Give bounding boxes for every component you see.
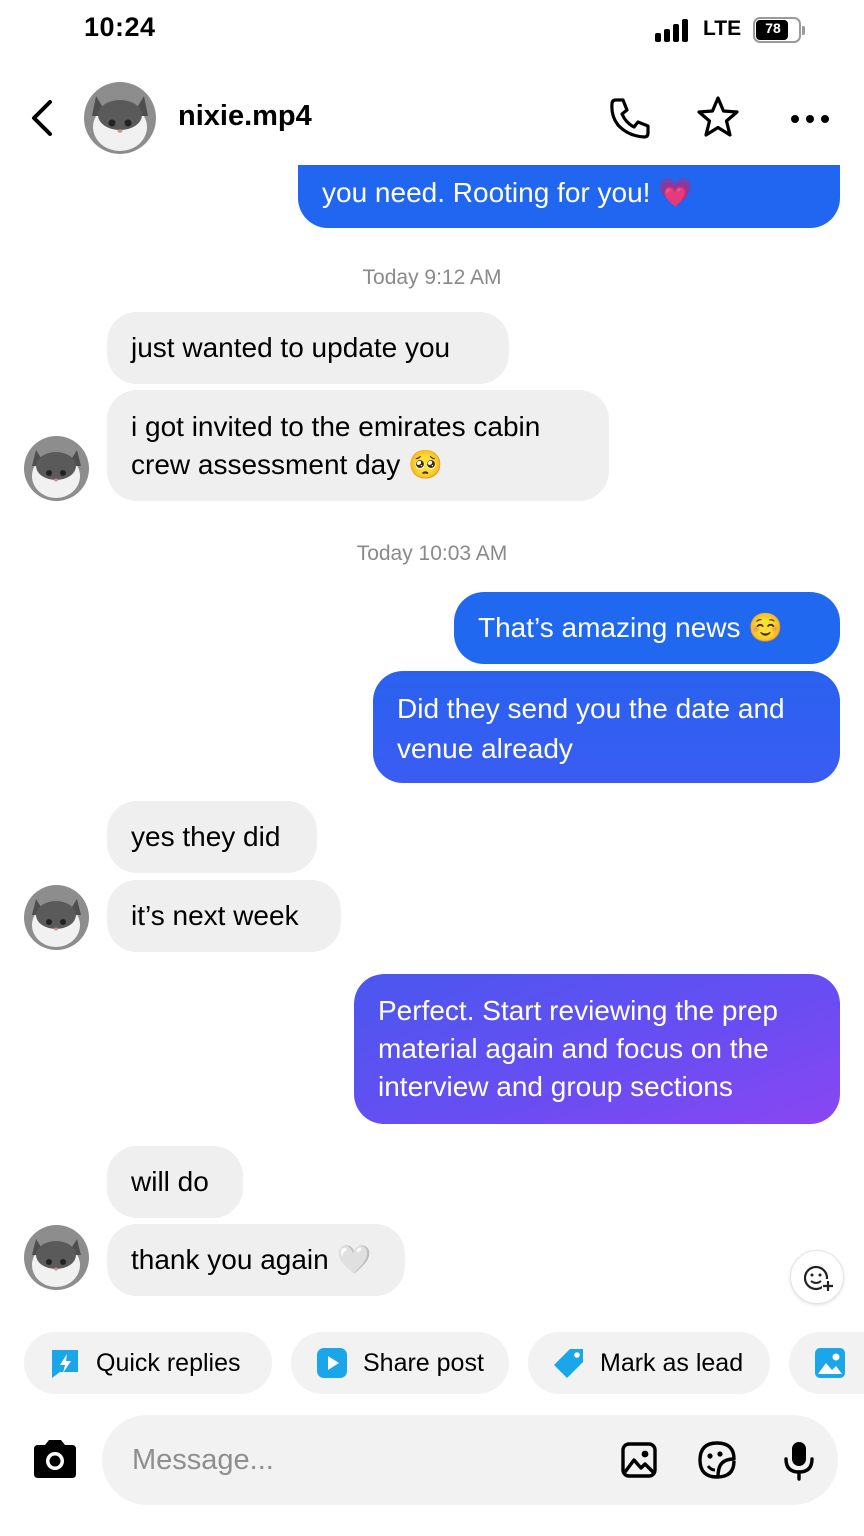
- message-thread[interactable]: you need. Rooting for you! 💗 Today 9:12 …: [0, 0, 864, 1310]
- chip-label: Mark as lead: [600, 1348, 744, 1377]
- tag-icon: [554, 1349, 583, 1378]
- message-text-line: i got invited to the emirates cabin: [131, 411, 541, 442]
- message-text-line: material again and focus on the: [378, 1033, 769, 1064]
- more-horizontal-icon: [791, 115, 829, 123]
- voice-message-button[interactable]: [778, 1439, 820, 1481]
- image-icon: [815, 1348, 845, 1378]
- outgoing-message[interactable]: Perfect. Start reviewing the prep materi…: [354, 974, 840, 1124]
- chevron-left-icon: [32, 100, 52, 136]
- add-reaction-button[interactable]: [790, 1250, 844, 1304]
- play-square-icon: [317, 1348, 347, 1378]
- message-composer: [0, 1415, 864, 1505]
- quick-actions-bar: Quick replies Share post Mark as lead: [0, 1332, 864, 1396]
- quick-replies-chip[interactable]: Quick replies: [24, 1332, 272, 1394]
- message-text: That’s amazing news ☺️: [478, 612, 784, 643]
- outgoing-message[interactable]: That’s amazing news ☺️: [454, 592, 840, 664]
- chip-label: Quick replies: [96, 1348, 241, 1377]
- share-post-chip[interactable]: Share post: [291, 1332, 509, 1394]
- emoji-plus-icon: [803, 1265, 834, 1291]
- incoming-message[interactable]: thank you again 🤍: [107, 1224, 405, 1296]
- chip-label: Share post: [363, 1348, 484, 1377]
- incoming-message[interactable]: will do: [107, 1146, 243, 1218]
- favorite-button[interactable]: [694, 94, 742, 142]
- message-text: will do: [131, 1166, 209, 1197]
- avatar[interactable]: [24, 885, 89, 950]
- message-text-line: Perfect. Start reviewing the prep: [378, 995, 778, 1026]
- message-text-line: interview and group sections: [378, 1071, 733, 1102]
- back-button[interactable]: [26, 96, 60, 140]
- call-button[interactable]: [606, 94, 654, 142]
- microphone-icon: [784, 1442, 814, 1481]
- message-text: just wanted to update you: [131, 332, 451, 363]
- image-chip[interactable]: [789, 1332, 864, 1394]
- avatar[interactable]: [24, 436, 89, 501]
- message-text-line: venue already: [397, 733, 573, 764]
- avatar[interactable]: [24, 1225, 89, 1290]
- sticker-icon: [698, 1441, 736, 1479]
- camera-button[interactable]: [30, 1435, 80, 1485]
- timestamp: Today 10:03 AM: [356, 542, 508, 565]
- lightning-bubble-icon: [52, 1350, 78, 1378]
- contact-username[interactable]: nixie.mp4: [178, 100, 312, 133]
- star-icon: [697, 96, 739, 137]
- incoming-message[interactable]: yes they did: [107, 801, 317, 873]
- gallery-icon: [621, 1442, 657, 1478]
- incoming-message[interactable]: it’s next week: [107, 880, 341, 952]
- message-text-line: crew assessment day 🥺: [131, 449, 443, 480]
- gallery-button[interactable]: [618, 1439, 660, 1481]
- outgoing-message[interactable]: Did they send you the date and venue alr…: [373, 671, 840, 783]
- phone-icon: [610, 98, 650, 139]
- more-options-button[interactable]: [786, 94, 834, 142]
- message-text: yes they did: [131, 821, 281, 852]
- message-text: you need. Rooting for you! 💗: [322, 177, 694, 208]
- message-field[interactable]: [102, 1415, 838, 1505]
- message-text: thank you again 🤍: [131, 1244, 372, 1275]
- incoming-message[interactable]: just wanted to update you: [107, 312, 509, 384]
- incoming-message[interactable]: i got invited to the emirates cabin crew…: [107, 390, 609, 501]
- avatar[interactable]: [84, 82, 156, 154]
- camera-icon: [34, 1440, 76, 1478]
- timestamp: Today 9:12 AM: [362, 266, 502, 289]
- message-input[interactable]: [132, 1439, 592, 1481]
- chat-header: nixie.mp4: [0, 70, 864, 165]
- message-text-line: Did they send you the date and: [397, 693, 785, 724]
- mark-as-lead-chip[interactable]: Mark as lead: [528, 1332, 770, 1394]
- sticker-button[interactable]: [696, 1439, 738, 1481]
- message-text: it’s next week: [131, 900, 299, 931]
